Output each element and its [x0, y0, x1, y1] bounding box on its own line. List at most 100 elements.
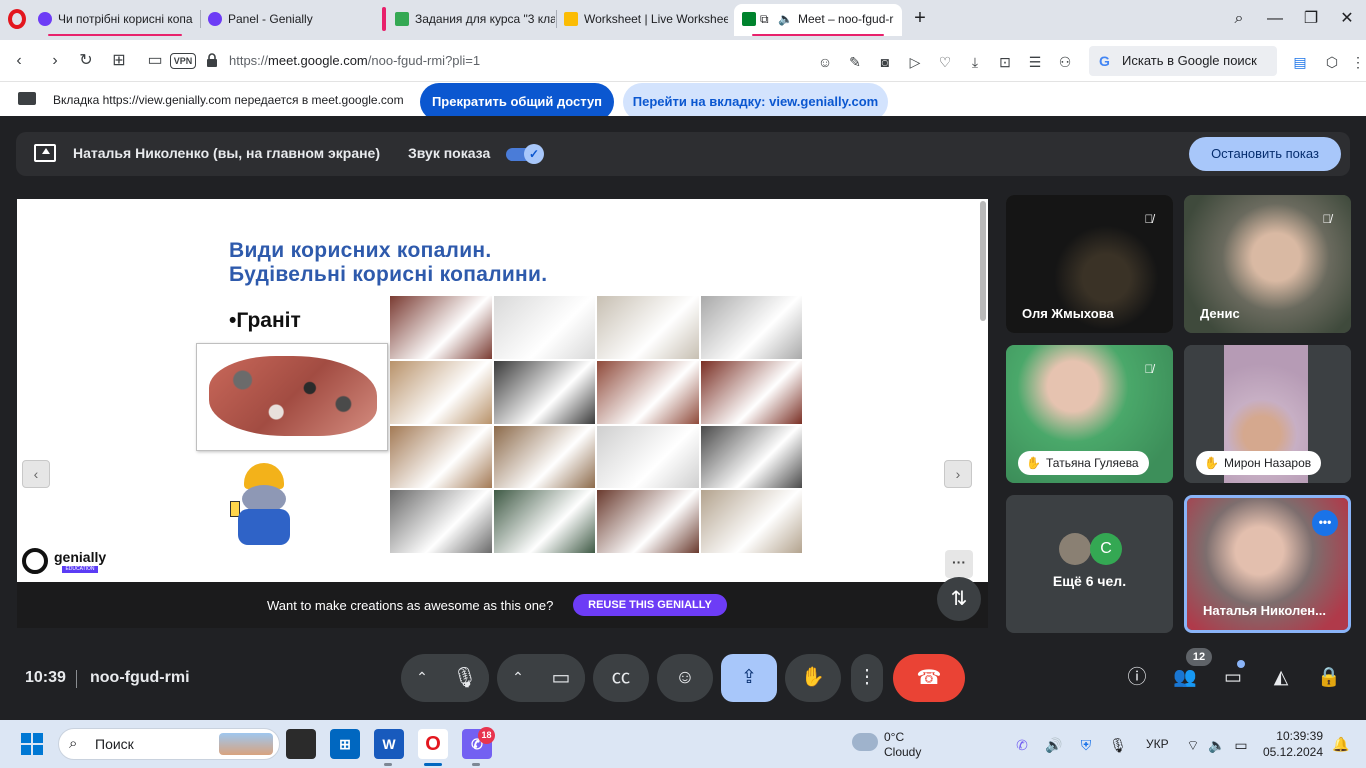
- gnome-body: [238, 509, 290, 545]
- sidebar-icon[interactable]: ▤: [1290, 52, 1310, 72]
- taskbar-search[interactable]: ⌕ Поиск: [58, 728, 280, 760]
- slide-scrollbar[interactable]: [980, 201, 986, 321]
- vpn-badge[interactable]: VPN: [170, 53, 196, 69]
- participant-name: Татьяна Гуляева: [1046, 456, 1139, 470]
- people-icon[interactable]: 👥: [1172, 665, 1198, 691]
- wifi-icon[interactable]: ⌔: [1182, 734, 1204, 756]
- menu-icon[interactable]: ⋮: [1348, 52, 1366, 72]
- microphone-tray-icon[interactable]: 🎙: [1107, 734, 1129, 756]
- search-tabs-icon[interactable]: ⌕: [1224, 6, 1254, 32]
- speaker-icon[interactable]: 🔈: [1206, 734, 1228, 756]
- speed-dial-icon[interactable]: ⊞: [108, 50, 130, 72]
- download-icon[interactable]: ⤓: [965, 52, 985, 72]
- raise-hand-icon[interactable]: ✋: [785, 654, 841, 702]
- easy-setup-icon[interactable]: ☰: [1025, 52, 1045, 72]
- shared-slide[interactable]: Види корисних копалин. Будівельні корисн…: [17, 199, 988, 628]
- new-tab-button[interactable]: +: [910, 6, 930, 30]
- tab-genially-panel[interactable]: Panel - Genially: [200, 4, 375, 36]
- security-tray-icon[interactable]: ⛨: [1075, 734, 1097, 756]
- check-icon: ✓: [524, 144, 544, 164]
- swap-layout-icon[interactable]: ⇅: [937, 577, 981, 621]
- tab-group-marker[interactable]: [382, 7, 386, 31]
- opera-taskbar-icon[interactable]: O: [418, 729, 448, 759]
- cloud-icon[interactable]: [852, 733, 878, 751]
- participant-tile-miron[interactable]: ✋ Мирон Назаров: [1184, 345, 1351, 483]
- opera-logo-icon[interactable]: [8, 9, 26, 29]
- tab-course-tasks[interactable]: Задания для курса "3 кла: [387, 4, 555, 36]
- input-language[interactable]: УКР: [1146, 737, 1169, 751]
- google-search-box[interactable]: G Искать в Google поиск: [1089, 46, 1277, 76]
- reuse-genially-button[interactable]: REUSE THIS GENIALLY: [573, 594, 727, 616]
- task-view-icon[interactable]: [286, 729, 316, 759]
- presentation-sound-toggle[interactable]: ✓: [506, 144, 544, 164]
- collage-photo: [700, 490, 802, 553]
- player-icon[interactable]: ▷: [905, 52, 925, 72]
- battery-icon[interactable]: ▭: [1230, 734, 1252, 756]
- more-participants-tile[interactable]: C Ещё 6 чел.: [1006, 495, 1173, 633]
- host-controls-icon[interactable]: 🔒: [1316, 665, 1342, 691]
- reload-icon[interactable]: ↻: [75, 50, 97, 72]
- more-icon[interactable]: ⋮: [851, 654, 883, 702]
- heart-icon[interactable]: ♡: [935, 52, 955, 72]
- mic-options-chevron-icon[interactable]: ⌃: [413, 668, 431, 686]
- forward-icon[interactable]: ›: [44, 50, 66, 72]
- restore-icon[interactable]: ❐: [1296, 6, 1326, 32]
- chat-icon[interactable]: ▭: [1220, 665, 1246, 691]
- tab-sharing-bar: Вкладка https://view.genially.com переда…: [0, 82, 1366, 121]
- stop-presenting-button[interactable]: Остановить показ: [1189, 137, 1341, 171]
- participant-tile-tatyana[interactable]: 🎙̸ ✋ Татьяна Гуляева: [1006, 345, 1173, 483]
- back-icon[interactable]: ‹: [8, 50, 30, 72]
- participant-tile-self[interactable]: ••• Наталья Николен...: [1184, 495, 1351, 633]
- url-host: meet.google.com: [268, 53, 368, 68]
- snapshot-icon[interactable]: ◙: [875, 52, 895, 72]
- more-options-icon[interactable]: •••: [1312, 510, 1338, 536]
- slide-title-line1: Види корисних копалин.: [229, 239, 492, 262]
- meeting-info-icon[interactable]: ⓘ: [1124, 665, 1150, 691]
- participant-tile-olya[interactable]: 🎙̸ Оля Жмыхова: [1006, 195, 1173, 333]
- participant-tile-denis[interactable]: 🎙̸ Денис: [1184, 195, 1351, 333]
- minimize-icon[interactable]: —: [1260, 6, 1290, 32]
- tab-live-worksheets[interactable]: Worksheet | Live Workshee: [556, 4, 728, 36]
- tab-genially-article[interactable]: Чи потрібні корисні копа: [30, 4, 200, 36]
- lock-icon[interactable]: [206, 53, 218, 67]
- install-app-icon[interactable]: ⊡: [995, 52, 1015, 72]
- captions-icon[interactable]: ㏄: [593, 654, 649, 702]
- activities-icon[interactable]: ◭: [1268, 665, 1294, 691]
- participant-name: Наталья Николен...: [1203, 603, 1326, 618]
- camera-icon[interactable]: ▭: [537, 654, 585, 702]
- weather-description[interactable]: Cloudy: [884, 745, 921, 759]
- profile-icon[interactable]: ⚇: [1055, 52, 1075, 72]
- notifications-bell-icon[interactable]: 🔔: [1331, 734, 1351, 754]
- collage-photo: [597, 490, 699, 553]
- raised-hand-icon: ✋: [1204, 456, 1219, 470]
- reuse-genially-bar: Want to make creations as awesome as thi…: [17, 582, 988, 628]
- windows-start-icon[interactable]: [21, 733, 43, 755]
- present-icon[interactable]: ⇪: [721, 654, 777, 702]
- camera-snapshot-icon[interactable]: ▭: [144, 50, 166, 72]
- extensions-icon[interactable]: ⬡: [1322, 52, 1342, 72]
- end-call-icon[interactable]: ☎: [893, 654, 965, 702]
- tab-meet[interactable]: ⧉ 🔈 Meet – noo-fgud-r: [734, 4, 902, 36]
- url-field[interactable]: https://meet.google.com/noo-fgud-rmi?pli…: [229, 53, 480, 68]
- weather-temperature[interactable]: 0°C: [884, 730, 904, 744]
- edit-icon[interactable]: ✎: [845, 52, 865, 72]
- close-icon[interactable]: ✕: [1332, 6, 1362, 32]
- taskbar-date[interactable]: 05.12.2024: [1257, 745, 1323, 759]
- search-icon: ⌕: [69, 735, 78, 752]
- viber-tray-icon[interactable]: ✆: [1011, 734, 1033, 756]
- emoji-icon[interactable]: ☺: [815, 52, 835, 72]
- granite-image-frame: [196, 343, 388, 451]
- gnome-mascot-image: [230, 461, 300, 553]
- slide-next-button[interactable]: ›: [944, 460, 972, 488]
- word-icon[interactable]: W: [374, 729, 404, 759]
- slide-more-options-button[interactable]: ···: [945, 550, 973, 578]
- camera-options-chevron-icon[interactable]: ⌃: [509, 668, 527, 686]
- slide-prev-button[interactable]: ‹: [22, 460, 50, 488]
- taskbar-time[interactable]: 10:39:39: [1265, 729, 1323, 743]
- emoji-reaction-icon[interactable]: ☺: [657, 654, 713, 702]
- volume-tray-icon[interactable]: 🔊: [1043, 734, 1065, 756]
- store-icon[interactable]: ⊞: [330, 729, 360, 759]
- speaker-icon[interactable]: 🔈: [778, 4, 793, 34]
- mic-icon[interactable]: 🎙: [441, 654, 489, 702]
- pip-icon[interactable]: ⧉: [760, 4, 769, 34]
